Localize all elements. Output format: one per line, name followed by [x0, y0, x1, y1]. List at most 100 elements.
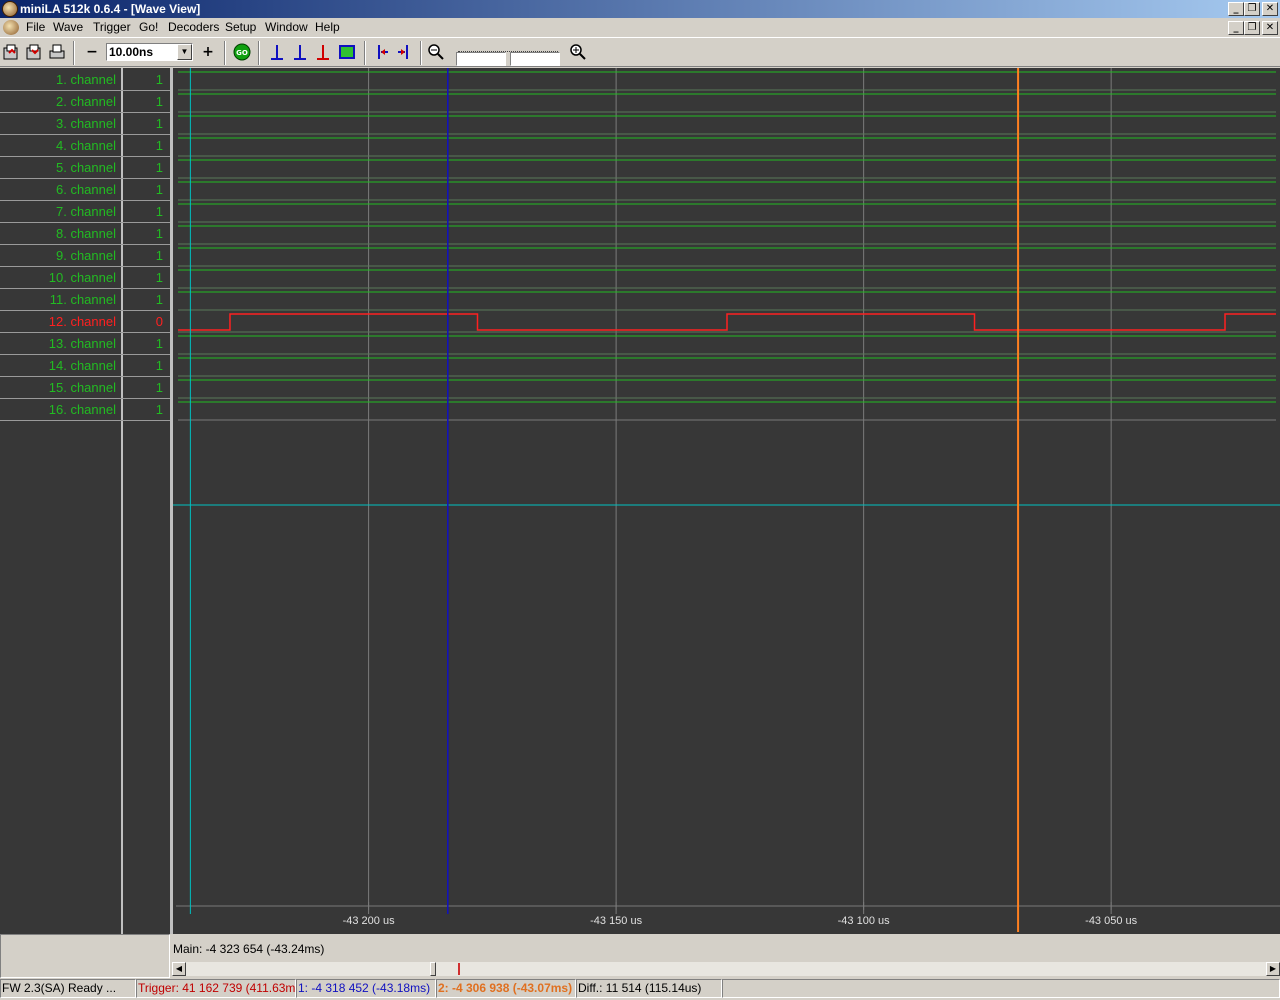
close-button[interactable]: ✕: [1262, 2, 1278, 16]
doc-restore-button[interactable]: ❐: [1244, 21, 1260, 35]
channel-name[interactable]: 8. channel: [0, 226, 116, 241]
channel-name[interactable]: 6. channel: [0, 182, 116, 197]
channel-name[interactable]: 5. channel: [0, 160, 116, 175]
channel-name[interactable]: 10. channel: [0, 270, 116, 285]
channel-row[interactable]: 4. channel 1: [0, 135, 170, 157]
window-title: miniLA 512k 0.6.4 - [Wave View]: [20, 2, 201, 16]
horizontal-scrollbar[interactable]: ◀ ▶: [172, 962, 1280, 976]
channel-row[interactable]: 1. channel 1: [0, 69, 170, 91]
channel-value: 1: [155, 336, 163, 351]
channel-row[interactable]: 14. channel 1: [0, 355, 170, 377]
status-diff: Diff.: 11 514 (115.14us): [576, 979, 722, 998]
status-cursor1: 1: -4 318 452 (-43.18ms): [296, 979, 436, 998]
toolbar-separator: [258, 41, 260, 65]
scroll-trigger-marker: [458, 963, 460, 975]
channel-row[interactable]: 6. channel 1: [0, 179, 170, 201]
channel-value: 1: [155, 292, 163, 307]
channel-value: 1: [155, 72, 163, 87]
menu-trigger[interactable]: Trigger: [93, 20, 131, 34]
menu-go[interactable]: Go!: [139, 20, 158, 34]
cursor2-icon[interactable]: [290, 42, 310, 62]
minimize-button[interactable]: _: [1228, 2, 1244, 16]
doc-minimize-button[interactable]: _: [1228, 21, 1244, 35]
channel-name[interactable]: 14. channel: [0, 358, 116, 373]
toolbar-separator: [364, 41, 366, 65]
zoom-slider-right-box[interactable]: [510, 52, 560, 66]
app-icon[interactable]: [2, 1, 18, 17]
scroll-left-arrow[interactable]: ◀: [172, 962, 186, 976]
status-bar: FW 2.3(SA) Ready ... Trigger: 41 162 739…: [0, 978, 1280, 1000]
channel-row[interactable]: 11. channel 1: [0, 289, 170, 311]
scroll-thumb[interactable]: [430, 962, 436, 976]
channel-row[interactable]: 5. channel 1: [0, 157, 170, 179]
goto-left-icon[interactable]: [372, 42, 392, 62]
channel-row[interactable]: 3. channel 1: [0, 113, 170, 135]
axis-tick-label: -43 150 us: [590, 915, 642, 927]
zoom-out-icon[interactable]: [426, 42, 446, 62]
channel-name[interactable]: 13. channel: [0, 336, 116, 351]
channel-row[interactable]: 7. channel 1: [0, 201, 170, 223]
title-bar: miniLA 512k 0.6.4 - [Wave View] _ ❐ ✕: [0, 0, 1280, 18]
menu-wave[interactable]: Wave: [53, 20, 83, 34]
channel-value: 1: [155, 358, 163, 373]
menu-window[interactable]: Window: [265, 20, 308, 34]
channel-row[interactable]: 9. channel 1: [0, 245, 170, 267]
channel-row[interactable]: 15. channel 1: [0, 377, 170, 399]
scroll-right-arrow[interactable]: ▶: [1266, 962, 1280, 976]
channel-value: 1: [155, 182, 163, 197]
channel-name[interactable]: 7. channel: [0, 204, 116, 219]
document-icon[interactable]: [3, 20, 19, 35]
waveform-view[interactable]: -43 200 us -43 150 us -43 100 us -43 050 us: [170, 68, 1280, 934]
channel-name[interactable]: 9. channel: [0, 248, 116, 263]
menu-bar: File Wave Trigger Go! Decoders Setup Win…: [0, 18, 1280, 37]
channel-row[interactable]: 8. channel 1: [0, 223, 170, 245]
channel-row[interactable]: 2. channel 1: [0, 91, 170, 113]
channel-row[interactable]: 10. channel 1: [0, 267, 170, 289]
zoom-slider-left-box[interactable]: [456, 52, 506, 66]
channel-value: 1: [155, 380, 163, 395]
menu-file[interactable]: File: [26, 20, 45, 34]
channel-name[interactable]: 4. channel: [0, 138, 116, 153]
zoom-out-button[interactable]: −: [82, 42, 102, 62]
channel-row[interactable]: 16. channel 1: [0, 399, 170, 421]
channel-name[interactable]: 12. channel: [0, 314, 116, 329]
channel-name[interactable]: 1. channel: [0, 72, 116, 87]
go-button[interactable]: GO: [232, 42, 252, 62]
toolbar: − 10.00ns ▼ + GO: [0, 37, 1280, 67]
channel-value: 1: [155, 248, 163, 263]
channel-name[interactable]: 3. channel: [0, 116, 116, 131]
channel-name[interactable]: 15. channel: [0, 380, 116, 395]
axis-tick-label: -43 100 us: [838, 915, 890, 927]
channel-value: 1: [155, 138, 163, 153]
zoom-in-icon[interactable]: [568, 42, 588, 62]
restore-button[interactable]: ❐: [1244, 2, 1260, 16]
zoom-in-button[interactable]: +: [198, 42, 218, 62]
menu-setup[interactable]: Setup: [225, 20, 256, 34]
trigger-cursor-icon[interactable]: [313, 42, 333, 62]
channel-name[interactable]: 16. channel: [0, 402, 116, 417]
channel-value: 1: [155, 160, 163, 175]
status-firmware: FW 2.3(SA) Ready ...: [0, 979, 136, 998]
open-icon[interactable]: [1, 42, 21, 62]
goto-right-icon[interactable]: [394, 42, 414, 62]
channel-name[interactable]: 2. channel: [0, 94, 116, 109]
waveform-canvas[interactable]: -43 200 us -43 150 us -43 100 us -43 050 us: [173, 68, 1280, 934]
zoom-slider-ticks[interactable]: [458, 44, 558, 52]
channel-name[interactable]: 11. channel: [0, 292, 116, 307]
menu-help[interactable]: Help: [315, 20, 340, 34]
chevron-down-icon[interactable]: ▼: [177, 44, 192, 60]
main-cursor-icon[interactable]: [337, 42, 357, 62]
save-icon[interactable]: [24, 42, 44, 62]
menu-decoders[interactable]: Decoders: [168, 20, 219, 34]
axis-tick-label: -43 050 us: [1085, 915, 1137, 927]
go-label: GO: [236, 49, 248, 57]
status-cursor2: 2: -4 306 938 (-43.07ms): [436, 979, 576, 998]
print-icon[interactable]: [47, 42, 67, 62]
cursor1-icon[interactable]: [267, 42, 287, 62]
main-cursor-readout: Main: -4 323 654 (-43.24ms): [173, 942, 325, 956]
doc-close-button[interactable]: ✕: [1262, 21, 1278, 35]
channel-row[interactable]: 12. channel 0: [0, 311, 170, 333]
channel-value: 0: [155, 314, 163, 329]
timebase-select[interactable]: 10.00ns ▼: [106, 43, 193, 61]
channel-row[interactable]: 13. channel 1: [0, 333, 170, 355]
